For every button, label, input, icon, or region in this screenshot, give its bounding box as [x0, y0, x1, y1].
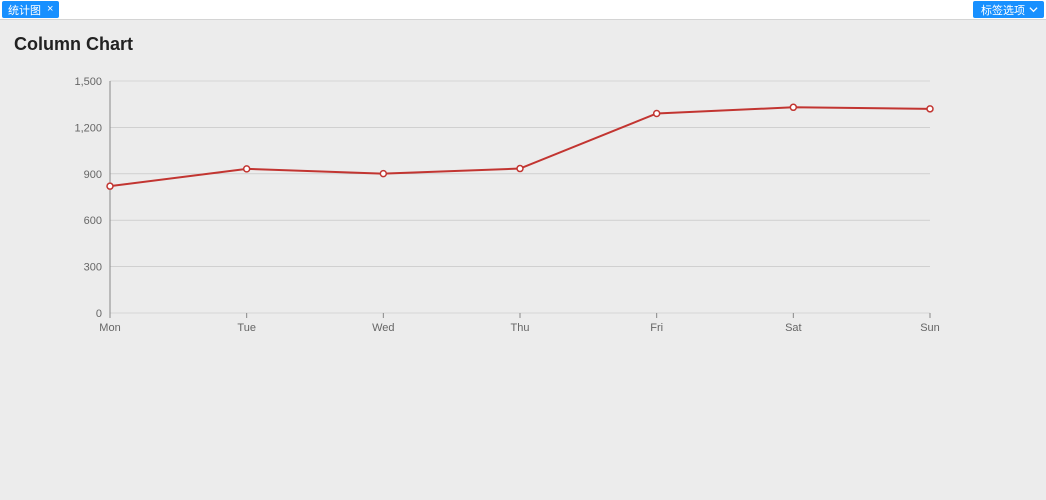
data-point[interactable]: [244, 166, 250, 172]
line-chart: 0 300 600 900 1,200 1,500 Mon Tue Wed Thu Fri Sat Su…: [10, 63, 1036, 363]
y-tick-label: 1,500: [74, 76, 102, 88]
y-tick-label: 1,200: [74, 122, 102, 134]
close-icon[interactable]: ×: [47, 4, 53, 15]
data-point[interactable]: [927, 106, 933, 112]
x-tick-label: Thu: [511, 322, 530, 334]
y-tick-label: 900: [84, 169, 102, 181]
tab-options-button[interactable]: 标签选项: [973, 1, 1044, 18]
data-point[interactable]: [107, 183, 113, 189]
x-tick-label: Sat: [785, 322, 802, 334]
top-bar: 统计图 × 标签选项: [0, 0, 1046, 20]
y-tick-label: 600: [84, 215, 102, 227]
x-tick-label: Sun: [920, 322, 940, 334]
tab-label: 统计图: [8, 2, 41, 18]
x-tick-label: Mon: [99, 322, 120, 334]
data-point[interactable]: [517, 166, 523, 172]
series-line: [110, 107, 930, 186]
options-label: 标签选项: [981, 2, 1025, 18]
y-tick-label: 300: [84, 262, 102, 274]
data-point[interactable]: [380, 171, 386, 177]
data-point[interactable]: [790, 104, 796, 110]
tab-stats[interactable]: 统计图 ×: [2, 1, 59, 18]
chart-container: 0 300 600 900 1,200 1,500 Mon Tue Wed Thu Fri Sat Su…: [10, 63, 1036, 363]
y-tick-label: 0: [96, 308, 102, 320]
x-tick-label: Fri: [650, 322, 663, 334]
page-title: Column Chart: [14, 34, 1036, 55]
chevron-down-icon: [1029, 5, 1038, 14]
data-point[interactable]: [654, 110, 660, 116]
x-tick-label: Tue: [237, 322, 256, 334]
content-area: Column Chart 0 300 600 900 1,200 1,500 Mon Tue W…: [0, 20, 1046, 500]
x-tick-label: Wed: [372, 322, 394, 334]
